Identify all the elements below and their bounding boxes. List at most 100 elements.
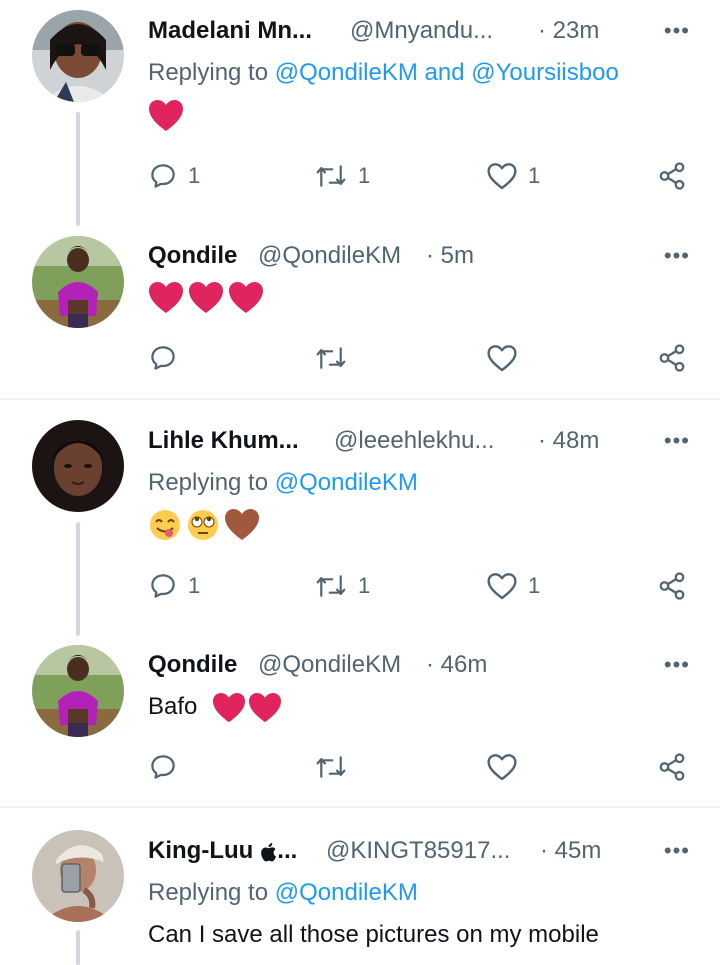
avatar-image	[32, 10, 124, 102]
retweet-icon	[316, 756, 346, 778]
display-name-text: King-Luu	[148, 837, 254, 864]
tweet-emojis	[148, 280, 264, 316]
reply-button[interactable]: 1	[148, 159, 200, 193]
more-options-icon[interactable]: •••	[664, 239, 690, 273]
reply-button[interactable]: 1	[148, 569, 200, 603]
avatar-image	[32, 645, 124, 737]
share-icon	[659, 162, 685, 190]
username[interactable]: @leeehlekhu...	[334, 424, 494, 458]
like-button[interactable]: 1	[486, 569, 540, 603]
avatar[interactable]	[32, 645, 124, 737]
share-button[interactable]	[656, 159, 688, 193]
replying-to-label: Replying to	[148, 469, 269, 496]
tweet-divider	[0, 806, 720, 808]
username[interactable]: @QondileKM	[258, 648, 401, 682]
timestamp[interactable]: · 46m	[426, 648, 487, 682]
like-icon	[487, 345, 517, 372]
like-button[interactable]: 1	[486, 159, 540, 193]
tweet-actions	[148, 341, 688, 375]
tweet-emojis	[212, 692, 282, 724]
share-icon	[659, 753, 685, 781]
red-heart-icon	[189, 282, 223, 313]
replying-to: Replying to @QondileKM and @Yoursiisboo	[148, 56, 619, 90]
retweet-icon	[316, 347, 346, 369]
reply-button[interactable]	[148, 341, 188, 375]
thread-connector-line	[76, 930, 80, 965]
face-rolling-eyes-icon	[188, 510, 218, 540]
tweet-actions: 1 1 1	[148, 569, 688, 603]
reply-icon	[151, 164, 175, 188]
username[interactable]: @Mnyandu...	[350, 14, 493, 48]
retweet-button[interactable]	[314, 341, 358, 375]
retweet-count: 1	[358, 163, 371, 188]
display-name[interactable]: Lihle Khum...	[148, 424, 299, 458]
avatar[interactable]	[32, 10, 124, 102]
face-savoring-food-icon	[150, 510, 180, 540]
red-heart-icon	[149, 100, 183, 131]
mention-link[interactable]: @QondileKM	[275, 879, 418, 906]
tweet-header: King-Luu... @KINGT85917... · 45m •••	[148, 834, 700, 868]
timestamp[interactable]: · 5m	[426, 239, 474, 273]
retweet-button[interactable]	[314, 750, 358, 784]
share-icon	[659, 572, 685, 600]
share-button[interactable]	[656, 569, 688, 603]
tweet-text: Bafo	[148, 690, 282, 724]
display-name[interactable]: Qondile	[148, 239, 237, 273]
timestamp[interactable]: · 45m	[540, 834, 601, 868]
retweet-button[interactable]: 1	[314, 159, 370, 193]
avatar-image	[32, 830, 124, 922]
tweet-header: Madelani Mn... @Mnyandu... · 23m •••	[148, 14, 700, 48]
more-options-icon[interactable]: •••	[664, 648, 690, 682]
mention-link[interactable]: @QondileKM	[275, 59, 418, 86]
share-button[interactable]	[656, 341, 688, 375]
red-heart-icon	[149, 282, 183, 313]
mention-conjunction: and	[424, 59, 465, 86]
share-icon	[659, 344, 685, 372]
red-heart-icon	[249, 692, 282, 722]
like-button[interactable]	[486, 341, 528, 375]
avatar[interactable]	[32, 236, 124, 328]
reply-count: 1	[188, 573, 201, 598]
tweet-header: Qondile @QondileKM · 5m •••	[148, 239, 700, 273]
tweet-emojis	[148, 507, 260, 543]
display-name[interactable]: King-Luu...	[148, 834, 297, 868]
like-icon	[487, 163, 517, 190]
replying-to: Replying to @QondileKM	[148, 466, 418, 500]
thread-connector-line	[76, 522, 80, 636]
like-icon	[487, 573, 517, 600]
share-button[interactable]	[656, 750, 688, 784]
reply-icon	[151, 346, 175, 370]
more-options-icon[interactable]: •••	[664, 424, 690, 458]
like-count: 1	[528, 573, 541, 598]
mention-link[interactable]: @Yoursiisboo	[471, 59, 619, 86]
reply-icon	[151, 755, 175, 779]
more-options-icon[interactable]: •••	[664, 834, 690, 868]
username[interactable]: @KINGT85917...	[326, 834, 510, 868]
avatar-image	[32, 236, 124, 328]
reply-icon	[151, 574, 175, 598]
replying-to-label: Replying to	[148, 59, 269, 86]
display-name[interactable]: Madelani Mn...	[148, 14, 312, 48]
retweet-icon	[316, 165, 346, 187]
timestamp[interactable]: · 48m	[538, 424, 599, 458]
like-button[interactable]	[486, 750, 528, 784]
retweet-icon	[316, 575, 346, 597]
display-name[interactable]: Qondile	[148, 648, 237, 682]
tweet-header: Lihle Khum... @leeehlekhu... · 48m •••	[148, 424, 700, 458]
username[interactable]: @QondileKM	[258, 239, 401, 273]
avatar[interactable]	[32, 830, 124, 922]
avatar-image	[32, 420, 124, 512]
more-options-icon[interactable]: •••	[664, 14, 690, 48]
reply-count: 1	[188, 163, 201, 188]
reply-button[interactable]	[148, 750, 188, 784]
mention-link[interactable]: @QondileKM	[275, 469, 418, 496]
tweet-actions	[148, 750, 688, 784]
retweet-button[interactable]: 1	[314, 569, 370, 603]
tweet-text: Can I save all those pictures on my mobi…	[148, 921, 599, 948]
display-name-ellipsis: ...	[277, 837, 298, 864]
like-count: 1	[528, 163, 541, 188]
timestamp[interactable]: · 23m	[538, 14, 599, 48]
avatar[interactable]	[32, 420, 124, 512]
thread-connector-line	[76, 112, 80, 226]
tweet-actions: 1 1 1	[148, 159, 688, 193]
